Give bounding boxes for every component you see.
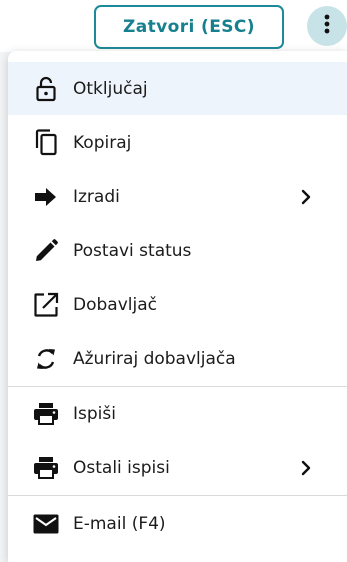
chevron-right-icon <box>298 460 314 476</box>
menu-item-copy[interactable]: Kopiraj <box>8 116 347 169</box>
menu-item-label: Postavi status <box>73 240 192 261</box>
menu-item-label: Otključaj <box>73 78 148 99</box>
menu-item-unlock[interactable]: Otključaj <box>8 62 347 115</box>
menu-item-set-status[interactable]: Postavi status <box>8 224 347 277</box>
menu-item-label: Ispiši <box>73 403 116 424</box>
menu-item-label: Ostali ispisi <box>73 457 170 478</box>
chevron-right-icon <box>298 189 314 205</box>
printer-icon <box>32 454 60 482</box>
printer-icon <box>32 400 60 428</box>
menu-item-supplier[interactable]: Dobavljač <box>8 278 347 331</box>
close-button[interactable]: Zatvori (ESC) <box>94 5 284 49</box>
menu-item-other-prints[interactable]: Ostali ispisi <box>8 441 347 494</box>
menu-item-print[interactable]: Ispiši <box>8 387 347 440</box>
menu-item-label: Izradi <box>73 186 120 207</box>
more-vertical-icon <box>324 14 330 38</box>
open-external-icon <box>32 291 60 319</box>
more-options-button[interactable] <box>307 6 347 46</box>
menu-item-label: E-mail (F4) <box>73 513 166 534</box>
menu-item-update-supplier[interactable]: Ažuriraj dobavljača <box>8 332 347 385</box>
arrow-right-icon <box>32 183 60 211</box>
menu-item-email[interactable]: E-mail (F4) <box>8 497 347 550</box>
menu-item-label: Kopiraj <box>73 132 132 153</box>
menu-item-label: Dobavljač <box>73 294 157 315</box>
top-bar: Zatvori (ESC) <box>0 0 347 52</box>
menu-item-create[interactable]: Izradi <box>8 170 347 223</box>
pencil-icon <box>32 237 60 265</box>
mail-icon <box>32 510 60 538</box>
unlock-icon <box>32 75 60 103</box>
copy-icon <box>32 128 60 157</box>
actions-menu: Otključaj Kopiraj Izradi Postavi status … <box>8 51 347 562</box>
refresh-icon <box>32 345 60 373</box>
menu-item-label: Ažuriraj dobavljača <box>73 348 236 369</box>
menu-divider <box>8 495 347 496</box>
